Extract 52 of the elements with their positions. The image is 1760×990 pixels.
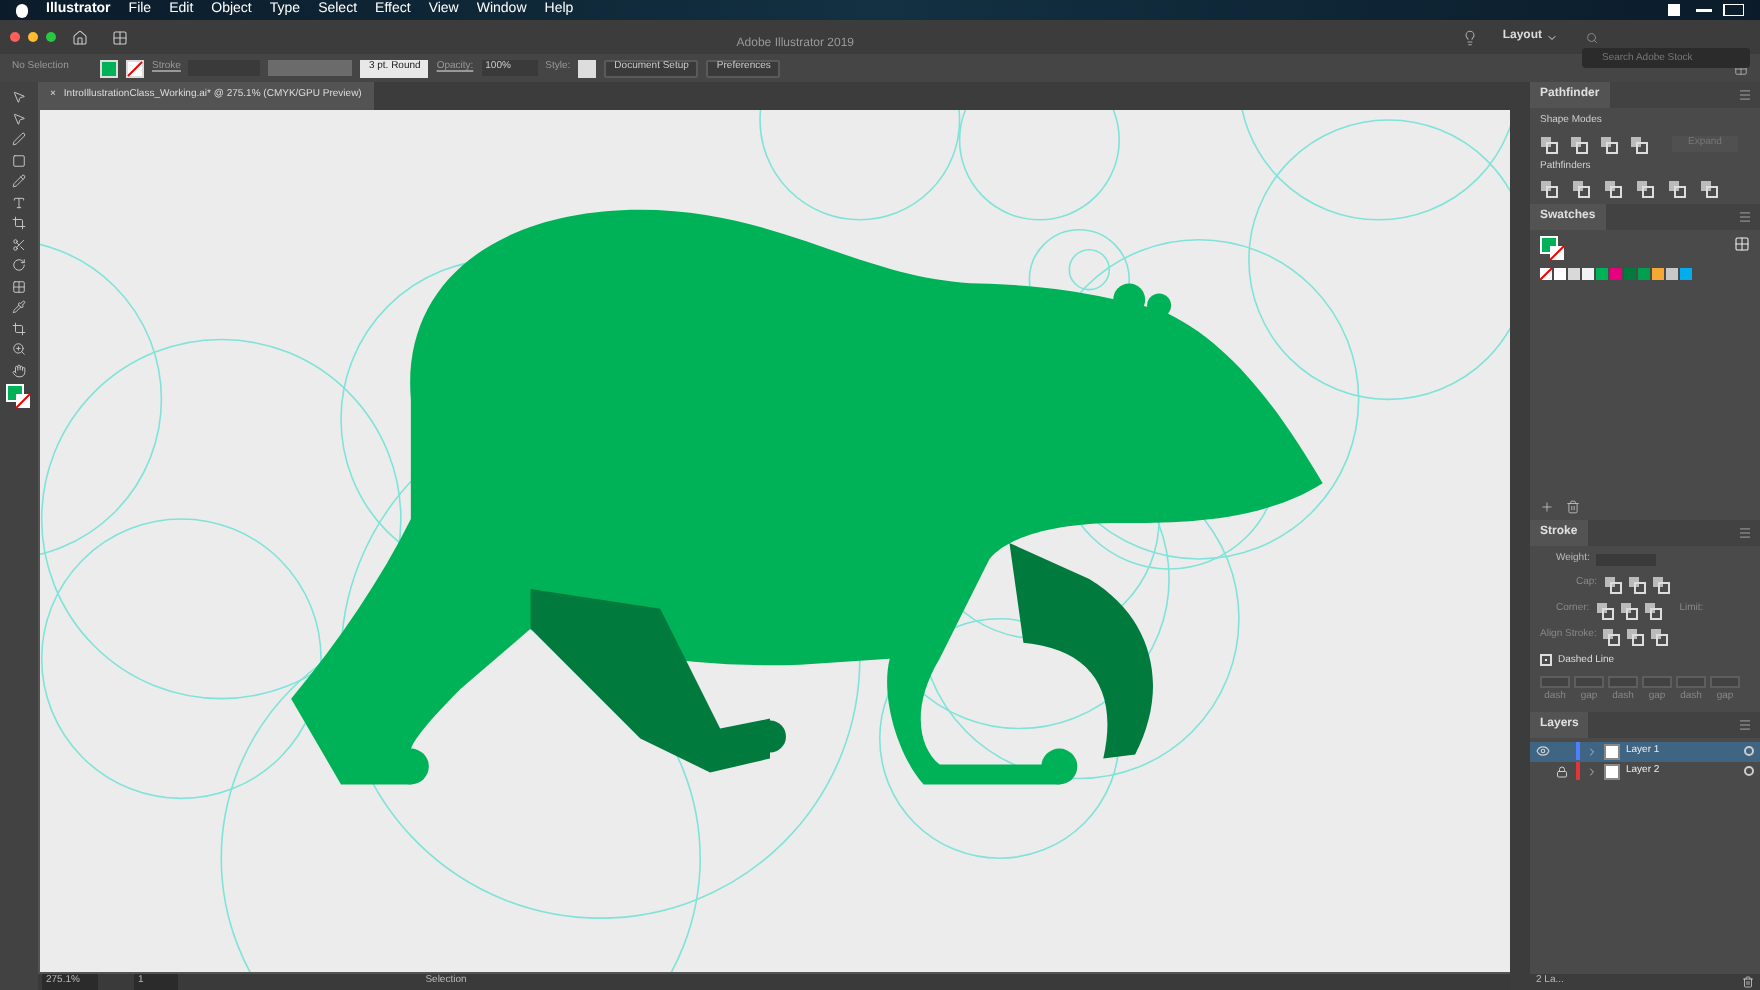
color-swatch[interactable] <box>1568 268 1580 280</box>
artboard-tool-icon[interactable] <box>12 321 26 335</box>
selection-tool-icon[interactable] <box>12 90 26 104</box>
dash-field[interactable] <box>1676 676 1706 688</box>
rotate-tool-icon[interactable] <box>12 258 26 272</box>
color-swatch[interactable] <box>1596 268 1608 280</box>
close-window-icon[interactable] <box>10 32 20 42</box>
variable-width-field[interactable] <box>268 60 353 76</box>
delete-icon[interactable] <box>1742 976 1754 988</box>
status-icons-drawing <box>1668 4 1744 16</box>
color-swatch[interactable] <box>1610 268 1622 280</box>
zoom-tool-icon[interactable] <box>12 342 26 356</box>
eyedropper-tool-icon[interactable] <box>12 300 26 314</box>
home-icon[interactable] <box>72 29 88 45</box>
minimize-window-icon[interactable] <box>28 32 38 42</box>
lock-icon[interactable] <box>1556 765 1568 777</box>
eye-icon[interactable] <box>1536 744 1550 758</box>
lightbulb-icon[interactable] <box>1462 29 1479 45</box>
fill-swatch[interactable] <box>100 59 118 77</box>
pen-tool-icon[interactable] <box>12 132 26 146</box>
hand-tool-icon[interactable] <box>12 363 26 377</box>
color-swatch[interactable] <box>1624 268 1636 280</box>
pencil-tool-icon[interactable] <box>12 174 26 188</box>
color-swatch[interactable] <box>1638 268 1650 280</box>
delete-icon[interactable] <box>1566 500 1580 514</box>
dash-field[interactable] <box>1540 676 1570 688</box>
dash-field[interactable] <box>1642 676 1672 688</box>
rectangle-tool-icon[interactable] <box>12 153 26 167</box>
color-swatch[interactable] <box>1582 268 1594 280</box>
grid-view-icon[interactable] <box>1734 236 1750 252</box>
dash-field[interactable] <box>1574 676 1604 688</box>
stroke-swatch[interactable] <box>126 59 144 77</box>
dash-field[interactable] <box>1710 676 1740 688</box>
zoom-window-icon[interactable] <box>46 32 56 42</box>
style-swatch[interactable] <box>578 59 597 77</box>
color-swatch[interactable] <box>1666 268 1678 280</box>
fill-stroke-swatch[interactable] <box>1540 236 1566 262</box>
none-swatch[interactable] <box>1540 268 1552 280</box>
search-icon <box>1586 31 1598 43</box>
dash-field[interactable] <box>1608 676 1638 688</box>
color-swatch[interactable] <box>1554 268 1566 280</box>
arrange-icon[interactable] <box>112 29 128 45</box>
scissors-tool-icon[interactable] <box>12 237 26 251</box>
color-swatch[interactable] <box>1652 268 1664 280</box>
caret-icon <box>1546 31 1558 43</box>
graph-tool-icon[interactable] <box>12 279 26 293</box>
dashed-line-checkbox[interactable] <box>1540 654 1552 667</box>
direct-selection-tool-icon[interactable] <box>12 111 26 125</box>
type-tool-icon[interactable] <box>12 195 26 209</box>
color-swatch[interactable] <box>1680 268 1692 280</box>
fill-stroke-swatch[interactable] <box>6 384 32 410</box>
new-swatch-icon[interactable] <box>1540 500 1554 514</box>
